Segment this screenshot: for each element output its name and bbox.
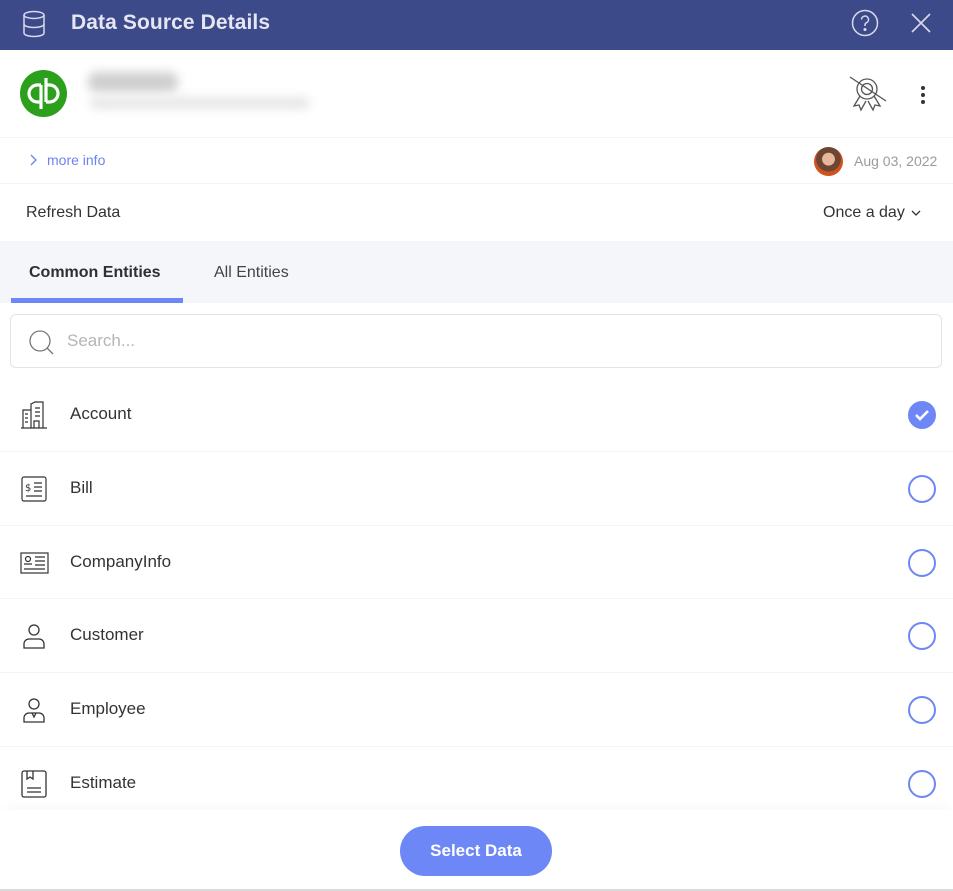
entity-label: Bill bbox=[70, 477, 93, 497]
data-source-account-redacted bbox=[90, 97, 310, 109]
info-row: more info Aug 03, 2022 bbox=[0, 139, 953, 184]
entity-checkbox[interactable] bbox=[908, 769, 936, 798]
building-icon bbox=[21, 401, 47, 429]
entity-list: Account $ Bill CompanyInfo Customer Empl… bbox=[0, 378, 953, 821]
data-source-summary bbox=[0, 50, 953, 138]
entity-checkbox-checked[interactable] bbox=[908, 401, 936, 429]
check-icon bbox=[915, 410, 929, 421]
bill-icon: $ bbox=[21, 476, 47, 502]
certification-off-icon[interactable] bbox=[845, 74, 889, 116]
refresh-frequency-dropdown[interactable]: Once a day bbox=[823, 204, 922, 222]
select-data-button[interactable]: Select Data bbox=[400, 826, 552, 876]
help-icon[interactable] bbox=[851, 9, 879, 37]
employee-icon bbox=[23, 698, 45, 723]
search-icon bbox=[29, 330, 54, 355]
dialog-header: Data Source Details bbox=[0, 0, 953, 50]
id-card-icon bbox=[20, 551, 49, 574]
entity-label: Account bbox=[70, 404, 132, 423]
refresh-frequency-value: Once a day bbox=[823, 204, 905, 221]
chevron-right-icon bbox=[30, 154, 37, 166]
person-icon bbox=[23, 624, 45, 650]
more-options-button[interactable] bbox=[912, 80, 934, 108]
close-icon[interactable] bbox=[908, 10, 934, 36]
entity-checkbox[interactable] bbox=[908, 474, 936, 503]
entity-checkbox[interactable] bbox=[908, 696, 936, 725]
tab-common-entities[interactable]: Common Entities bbox=[29, 264, 161, 282]
estimate-icon bbox=[21, 770, 47, 798]
refresh-data-label: Refresh Data bbox=[26, 204, 121, 221]
entity-item-customer[interactable]: Customer bbox=[0, 599, 953, 674]
active-tab-indicator bbox=[11, 298, 183, 303]
entity-label: CompanyInfo bbox=[70, 551, 172, 571]
chevron-down-icon bbox=[911, 210, 921, 216]
user-avatar bbox=[814, 147, 843, 176]
modified-date: Aug 03, 2022 bbox=[854, 153, 938, 169]
refresh-data-row: Refresh Data Once a day bbox=[0, 185, 953, 241]
entity-label: Estimate bbox=[70, 772, 137, 792]
svg-text:$: $ bbox=[25, 483, 31, 494]
entity-item-bill[interactable]: $ Bill bbox=[0, 452, 953, 526]
entity-checkbox[interactable] bbox=[908, 548, 936, 577]
quickbooks-logo bbox=[20, 70, 67, 117]
entity-checkbox[interactable] bbox=[908, 622, 936, 651]
entity-item-companyinfo[interactable]: CompanyInfo bbox=[0, 526, 953, 600]
more-info-label: more info bbox=[47, 152, 106, 168]
search-box bbox=[10, 314, 942, 368]
dialog-title: Data Source Details bbox=[71, 11, 271, 34]
entity-item-account[interactable]: Account bbox=[0, 378, 953, 452]
entity-tabs: Common Entities All Entities bbox=[0, 241, 953, 303]
entity-label: Employee bbox=[70, 699, 146, 719]
database-icon bbox=[23, 10, 45, 38]
data-source-name-redacted bbox=[88, 72, 178, 92]
tab-all-entities[interactable]: All Entities bbox=[214, 264, 289, 282]
entity-label: Customer bbox=[70, 625, 144, 645]
entity-item-employee[interactable]: Employee bbox=[0, 673, 953, 747]
dialog-footer: Select Data bbox=[0, 810, 953, 891]
search-input[interactable] bbox=[67, 327, 907, 355]
more-info-link[interactable]: more info bbox=[28, 152, 105, 168]
